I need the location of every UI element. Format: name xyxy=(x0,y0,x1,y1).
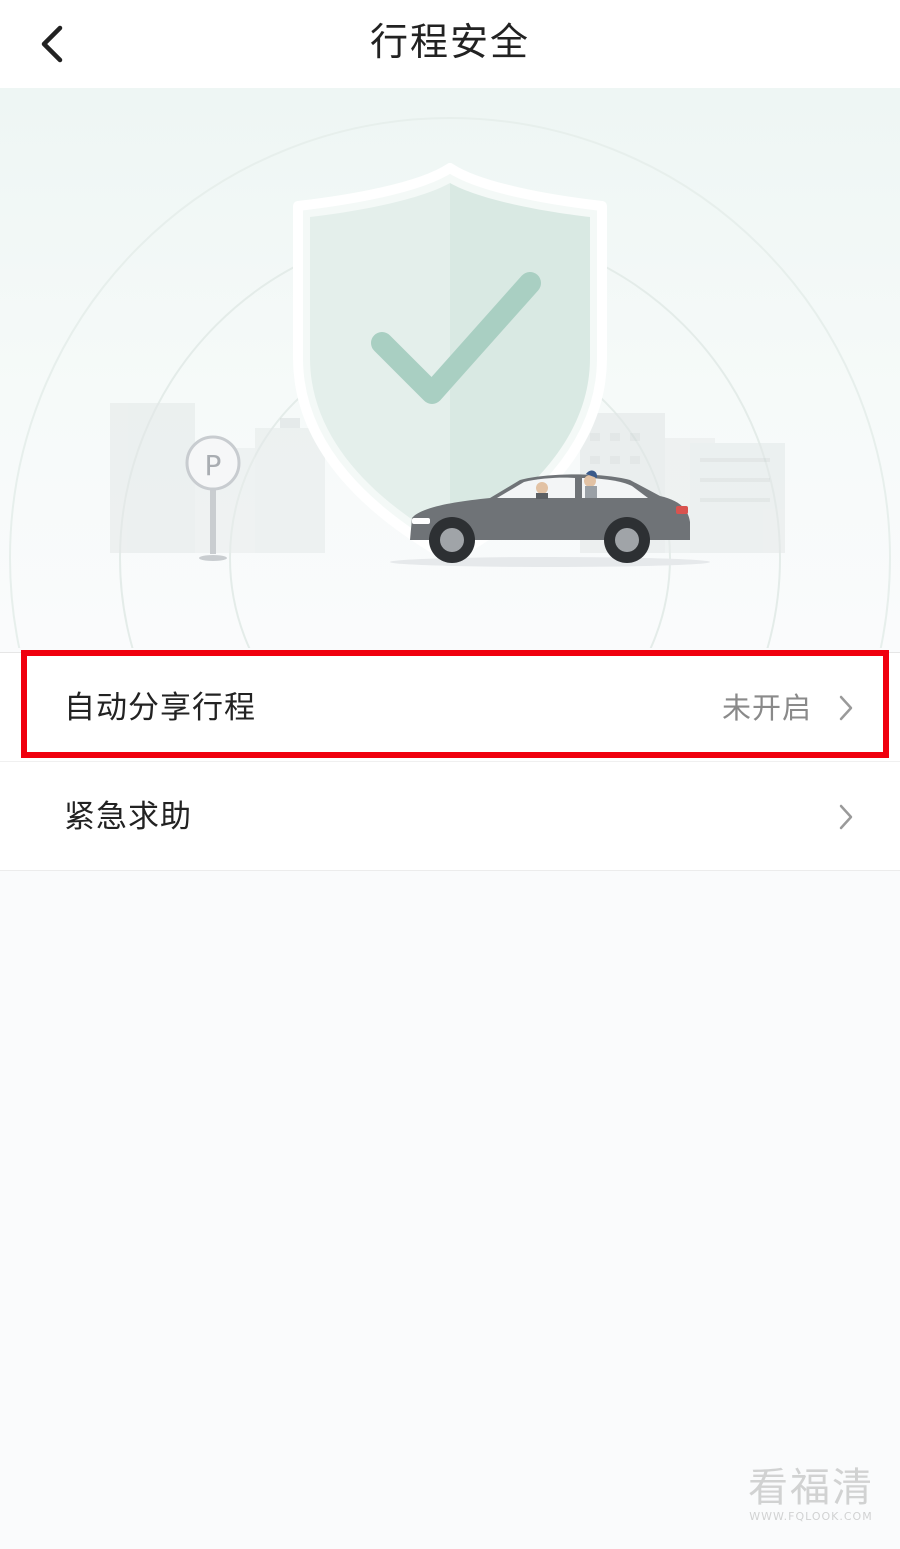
chevron-right-icon xyxy=(839,695,853,721)
auto-share-trip-status: 未开启 xyxy=(721,691,812,725)
parking-sign-letter: P xyxy=(205,449,222,482)
auto-share-trip-row[interactable]: 自动分享行程 未开启 xyxy=(0,653,900,761)
trip-safety-screen: 行程安全 P 自动分享行程 未开启 紧急求助 看福清 WWW.FQLOOK.CO… xyxy=(0,0,900,1549)
page-title: 行程安全 xyxy=(369,20,530,64)
nav-bar: 行程安全 xyxy=(0,0,900,88)
emergency-help-row[interactable]: 紧急求助 xyxy=(0,761,900,870)
safety-illustration: P xyxy=(0,88,900,648)
settings-list: 自动分享行程 未开启 紧急求助 xyxy=(0,652,900,871)
watermark-text: 看福清 xyxy=(748,1465,874,1511)
emergency-help-label: 紧急求助 xyxy=(64,799,192,835)
watermark-url: WWW.FQLOOK.COM xyxy=(749,1510,873,1523)
watermark: 看福清 WWW.FQLOOK.COM xyxy=(748,1466,874,1523)
chevron-right-icon xyxy=(839,804,853,830)
auto-share-trip-label: 自动分享行程 xyxy=(64,690,256,726)
